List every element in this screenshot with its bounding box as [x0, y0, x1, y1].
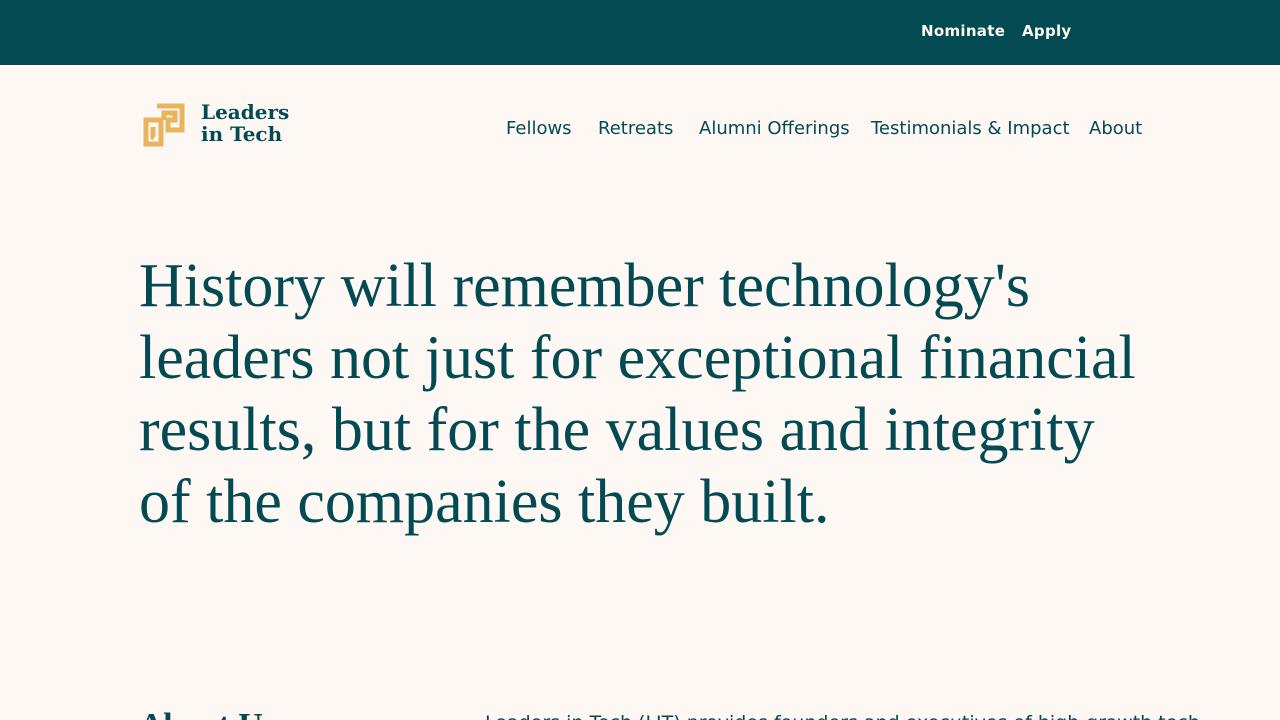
nav-about[interactable]: About — [1089, 118, 1142, 139]
logo-line-1: Leaders — [201, 100, 290, 124]
nav-alumni-offerings[interactable]: Alumni Offerings — [699, 118, 850, 139]
nav-fellows[interactable]: Fellows — [506, 118, 572, 139]
interlocking-squares-logo-icon — [143, 103, 185, 147]
nav-retreats[interactable]: Retreats — [598, 118, 673, 139]
main-navigation: Fellows Retreats Alumni Offerings Testim… — [506, 118, 1146, 142]
hero-headline: History will remember technology's leade… — [139, 252, 1136, 536]
logo-line-2: in Tech — [201, 122, 283, 146]
about-heading: About Us — [139, 706, 276, 720]
site-logo[interactable]: Leaders in Tech — [143, 101, 303, 149]
nav-testimonials-impact[interactable]: Testimonials & Impact — [871, 118, 1070, 139]
logo-wordmark: Leaders in Tech — [201, 101, 289, 145]
about-intro-text: Leaders in Tech (LIT) provides founders … — [485, 710, 1200, 720]
apply-link[interactable]: Apply — [1022, 22, 1072, 40]
nominate-link[interactable]: Nominate — [921, 22, 1005, 40]
top-utility-bar: Nominate Apply — [0, 0, 1280, 65]
